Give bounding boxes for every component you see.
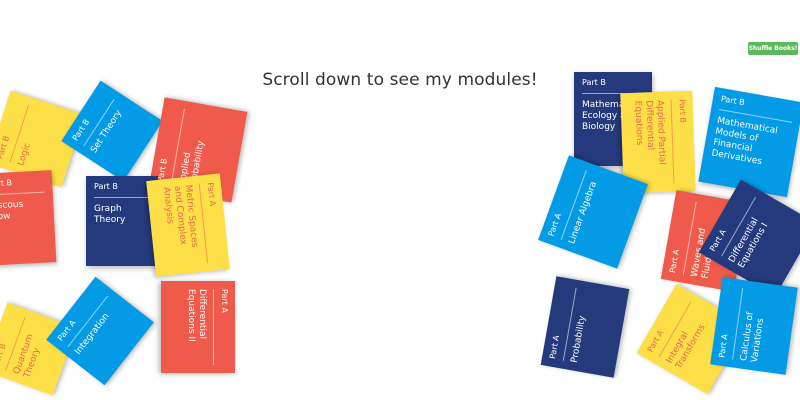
book-mathematical-models-of-financial-derivatives[interactable]: Part B Mathematical Models of Financial D… (698, 86, 800, 198)
book-title: Mathematical Models of Financial Derivat… (710, 115, 779, 168)
book-part-label: Part B (0, 176, 45, 196)
shuffle-books-button[interactable]: Shuffle Books! (748, 42, 798, 55)
book-differential-equations-ii[interactable]: Part A Differential Equations II (161, 281, 235, 373)
book-metric-spaces-and-complex-analysis[interactable]: Part A Metric Spaces and Complex Analysis (146, 173, 230, 277)
book-part-label: Part A (198, 181, 224, 264)
book-part-label: Part A (213, 289, 229, 365)
book-title: Calculus of Variations (739, 311, 767, 364)
book-title: Metric Spaces and Complex Analysis (160, 184, 200, 248)
book-title: Differential Equations II (186, 289, 207, 342)
book-part-label: Part A (717, 285, 744, 360)
book-part-label: Part B (670, 98, 690, 184)
book-calculus-of-variations[interactable]: Part A Calculus of Variations (710, 277, 798, 375)
book-title: Applied Partial Differential Equations (632, 99, 667, 166)
book-viscous-flow[interactable]: Part B Viscous Flow (0, 170, 57, 266)
book-set-theory[interactable]: Part B Set Theory (61, 80, 163, 182)
book-title: Graph Theory (94, 204, 126, 225)
scroll-prompt: Scroll down to see my modules! (262, 70, 538, 90)
book-part-label: Part B (582, 78, 644, 94)
book-probability[interactable]: Part A Probability (540, 276, 630, 378)
book-part-label: Part B (94, 182, 150, 198)
book-title: Viscous Flow (0, 199, 24, 223)
book-integration[interactable]: Part A Integration (46, 276, 154, 386)
